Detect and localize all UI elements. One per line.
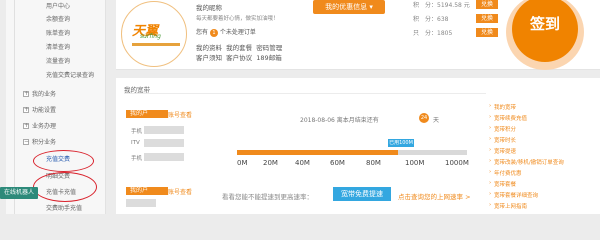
sidebar-group-handling[interactable]: + 业务办理 <box>6 120 106 133</box>
points-redeem-button[interactable]: 兑换 <box>476 14 498 23</box>
sidebar-item-balance[interactable]: 余额查询 <box>6 13 106 26</box>
date-remaining: 2018-08-06 离本月结束还有 <box>300 117 379 124</box>
expand-icon: + <box>23 90 30 97</box>
masked-value <box>144 139 184 147</box>
quick-link[interactable]: 宽带积分 <box>489 125 516 133</box>
account-row: 手机 <box>131 129 143 135</box>
quick-link[interactable]: 宽带上网指南 <box>489 202 527 210</box>
quick-link[interactable]: 宽带改装/移机/撤销订单查询 <box>489 158 564 166</box>
days-unit: 天 <box>433 117 440 124</box>
logo-strip <box>132 43 180 46</box>
quick-link[interactable]: 宽带套餐详细查询 <box>489 191 538 199</box>
customer-agreement-link[interactable]: 客户协议 <box>226 54 252 62</box>
sidebar-group-settings[interactable]: + 功能设置 <box>6 104 106 117</box>
online-agent-button[interactable]: 在线机器人 <box>0 187 38 199</box>
usage-tick-label: 40M <box>295 159 310 167</box>
pending-orders[interactable]: 您有 1 个未处理订单 <box>196 27 256 37</box>
points-label: 积 分：638 <box>413 16 449 23</box>
profile-links-row2: 客户须知 客户协议 189邮箱 <box>196 52 282 62</box>
masked-value <box>126 199 156 207</box>
quick-link[interactable]: 宽带续费充值 <box>489 114 527 122</box>
expand-icon: + <box>23 106 30 113</box>
usage-tick-label: 20M <box>263 159 278 167</box>
usage-tick-label: 80M <box>366 159 381 167</box>
divider <box>124 93 486 94</box>
quick-link[interactable]: 宽带时长 <box>489 136 516 144</box>
password-link[interactable]: 密码管理 <box>256 44 282 52</box>
logo-subtext: surfing <box>140 33 161 40</box>
speed-prompt: 看看您能不能提速到更高速率： <box>222 193 313 201</box>
pending-count-badge: 1 <box>209 29 218 37</box>
expand-icon: + <box>23 122 30 129</box>
greeting-text: 每天都要着好心情，做实加油哦！ <box>196 16 279 22</box>
usage-tick-label: 1000M <box>445 159 469 167</box>
account-tag: 我的户 <box>126 110 168 118</box>
masked-value <box>144 153 184 161</box>
days-remaining-badge: 24 <box>419 113 429 123</box>
user-name: 我的昵称 <box>196 4 222 12</box>
highlight-oval <box>33 150 94 172</box>
usage-tag: 已用100M <box>388 139 414 147</box>
sidebar-item-assistant-recharge[interactable]: 交费助手充值 <box>6 202 106 215</box>
sidebar-item-traffic[interactable]: 流量查询 <box>6 55 106 68</box>
quick-link[interactable]: 年付费优惠 <box>489 169 522 177</box>
sidebar-group-my-business[interactable]: + 我的业务 <box>6 88 106 101</box>
account-tag: 我的户 <box>126 187 168 195</box>
highlight-oval <box>33 172 97 202</box>
points-label: 只 分：1805 <box>413 30 453 37</box>
quick-link[interactable]: 宽带套餐 <box>489 180 516 188</box>
usage-tick-label: 60M <box>330 159 345 167</box>
profile-links-row1: 我的资料 我的套餐 密码管理 <box>196 42 282 52</box>
usage-tick-label: 100M <box>405 159 425 167</box>
collapse-icon: − <box>23 138 30 145</box>
check-speed-link[interactable]: 点击查询您的上网速率 > <box>398 191 471 201</box>
sidebar-item-bill[interactable]: 账单查询 <box>6 27 106 40</box>
masked-value <box>144 126 184 134</box>
customer-notice-link[interactable]: 客户须知 <box>196 54 222 62</box>
sidebar-group-points[interactable]: − 积分业务 <box>6 136 106 149</box>
my-offers-button[interactable]: 我的优惠信息 ▾ <box>313 0 385 14</box>
account-row: ITV <box>131 140 140 146</box>
quick-link[interactable]: 宽带提速 <box>489 147 516 155</box>
sidebar-item-user-center[interactable]: 用户中心 <box>6 0 106 13</box>
sidebar-item-detail[interactable]: 清单查询 <box>6 41 106 54</box>
usage-tick-label: 0M <box>237 159 248 167</box>
usage-bar <box>237 150 467 155</box>
account-view-link[interactable]: 账号查看 <box>168 110 192 119</box>
usage-bar-fill <box>237 150 398 155</box>
account-view-link[interactable]: 账号查看 <box>168 187 192 196</box>
points-redeem-button[interactable]: 兑换 <box>476 28 498 37</box>
my-profile-link[interactable]: 我的资料 <box>196 44 222 52</box>
points-redeem-button[interactable]: 兑换 <box>476 0 498 9</box>
mail-189-link[interactable]: 189邮箱 <box>256 54 281 62</box>
quick-link[interactable]: 我的宽带 <box>489 103 516 111</box>
sidebar-item-recharge-history[interactable]: 充值交费记录查询 <box>6 69 106 82</box>
points-label: 积 分：5194.58 元 <box>413 2 470 9</box>
free-speedup-button[interactable]: 宽带免费提速 <box>333 187 391 201</box>
my-package-link[interactable]: 我的套餐 <box>226 44 252 52</box>
account-row: 手机 <box>131 156 143 162</box>
